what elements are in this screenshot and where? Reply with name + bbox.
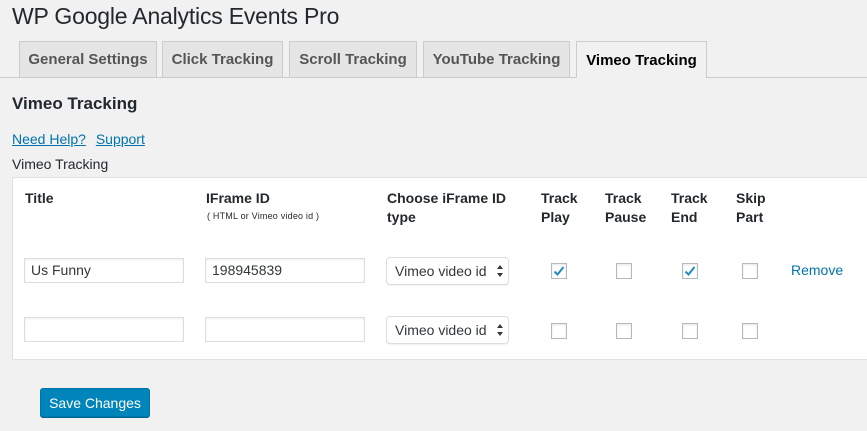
row1-remove-link[interactable]: Remove: [791, 262, 843, 278]
column-type-header-line1: Choose iFrame ID: [387, 190, 507, 206]
row1-track-pause-checkbox[interactable]: [616, 263, 632, 279]
table-caption: Vimeo Tracking: [12, 156, 109, 172]
row2-track-end-checkbox[interactable]: [682, 323, 698, 339]
row2-type-value: Vimeo video id: [395, 322, 487, 338]
row1-track-play-checkbox[interactable]: [551, 263, 567, 279]
column-track-pause-header: Track Pause: [605, 189, 646, 227]
column-track-play-line1: Track: [541, 190, 578, 206]
row2-track-play-checkbox[interactable]: [551, 323, 567, 339]
tab-youtube-tracking[interactable]: YouTube Tracking: [423, 41, 570, 77]
tab-click-tracking[interactable]: Click Tracking: [162, 41, 283, 77]
column-type-header-line2: type: [387, 209, 416, 225]
row2-type-select[interactable]: Vimeo video id: [386, 316, 509, 344]
row2-title-input[interactable]: [24, 317, 184, 342]
row2-iframe-id-input[interactable]: [205, 317, 365, 342]
column-iframe-id-header: IFrame ID: [206, 190, 270, 206]
column-track-end-line1: Track: [671, 190, 708, 206]
row1-type-select[interactable]: Vimeo video id: [386, 257, 509, 285]
select-arrows-icon: [497, 265, 503, 277]
column-track-pause-line1: Track: [605, 190, 642, 206]
need-help-link[interactable]: Need Help?: [12, 131, 86, 147]
row1-track-end-checkbox[interactable]: [682, 263, 698, 279]
column-skip-part-line1: Skip: [736, 190, 766, 206]
checkmark-icon: [684, 266, 696, 276]
column-track-play-header: Track Play: [541, 189, 578, 227]
tab-scroll-tracking[interactable]: Scroll Tracking: [289, 41, 417, 77]
column-skip-part-line2: Part: [736, 209, 764, 225]
save-changes-button[interactable]: Save Changes: [40, 388, 150, 417]
section-title: Vimeo Tracking: [12, 94, 138, 113]
column-track-end-line2: End: [671, 209, 698, 225]
column-track-end-header: Track End: [671, 189, 708, 227]
column-track-pause-line2: Pause: [605, 209, 647, 225]
page-title: WP Google Analytics Events Pro: [12, 3, 340, 29]
checkmark-icon: [553, 266, 565, 276]
tab-general-settings[interactable]: General Settings: [19, 41, 157, 77]
tab-vimeo-tracking[interactable]: Vimeo Tracking: [576, 41, 707, 78]
row2-skip-part-checkbox[interactable]: [742, 323, 758, 339]
column-iframe-id-hint: ( HTML or Vimeo video id ): [207, 211, 320, 221]
row1-skip-part-checkbox[interactable]: [742, 263, 758, 279]
column-type-header: Choose iFrame ID type: [387, 189, 506, 227]
column-track-play-line2: Play: [541, 209, 570, 225]
support-link[interactable]: Support: [96, 131, 145, 147]
vimeo-tracking-table: Title IFrame ID ( HTML or Vimeo video id…: [12, 177, 867, 360]
row2-track-pause-checkbox[interactable]: [616, 323, 632, 339]
column-skip-part-header: Skip Part: [736, 189, 766, 227]
select-arrows-icon: [497, 324, 503, 336]
row1-iframe-id-input[interactable]: 198945839: [205, 258, 365, 283]
tab-bar: General Settings Click Tracking Scroll T…: [0, 41, 867, 78]
row1-type-value: Vimeo video id: [395, 263, 487, 279]
row1-title-input[interactable]: Us Funny: [24, 258, 184, 283]
help-links: Need Help? Support: [12, 131, 151, 147]
column-title-header: Title: [25, 190, 54, 206]
